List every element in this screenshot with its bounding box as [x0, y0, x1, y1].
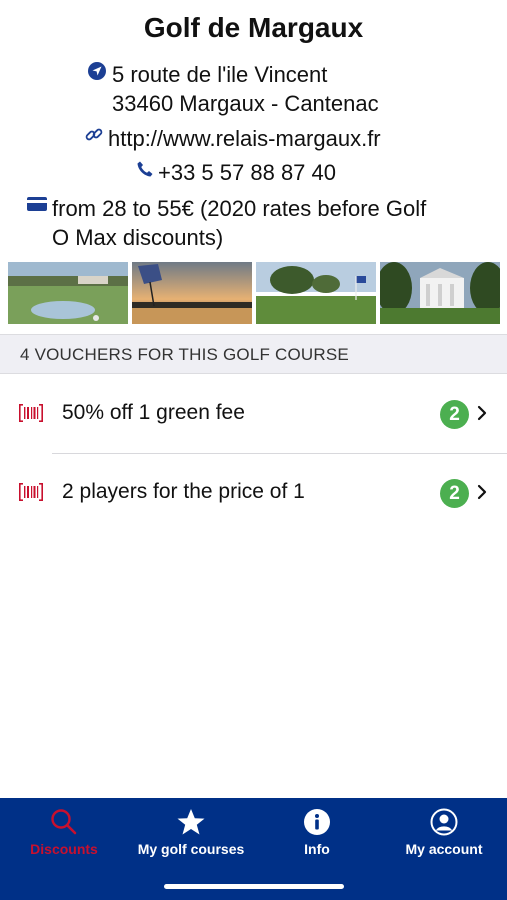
voucher-label: 50% off 1 green fee — [62, 401, 245, 424]
star-icon — [177, 809, 205, 835]
chevron-right-icon — [477, 405, 487, 421]
link-icon — [85, 128, 103, 141]
tab-discounts[interactable]: Discounts — [14, 798, 114, 868]
tab-label: My account — [405, 841, 483, 857]
chevron-right-icon — [477, 484, 487, 500]
tab-label: Info — [304, 841, 330, 857]
course-photo-1[interactable] — [8, 262, 128, 324]
rates-line-2: O Max discounts) — [52, 225, 224, 250]
tab-label: My golf courses — [137, 841, 245, 857]
account-icon — [430, 808, 458, 836]
voucher-count-badge: 2 — [440, 479, 469, 508]
home-indicator — [164, 884, 344, 889]
course-photo-2[interactable] — [132, 262, 252, 324]
credit-card-icon — [27, 197, 47, 211]
phone-icon — [137, 161, 153, 177]
search-icon — [51, 809, 77, 835]
voucher-row-1[interactable]: 50% off 1 green fee 2 — [0, 375, 507, 453]
location-arrow-icon — [88, 62, 106, 80]
tab-my-golf-courses[interactable]: My golf courses — [126, 798, 256, 868]
info-icon — [304, 809, 330, 835]
tab-label: Discounts — [30, 841, 98, 857]
course-photo-4[interactable] — [380, 262, 500, 324]
voucher-row-2[interactable]: 2 players for the price of 1 2 — [0, 454, 507, 532]
rates-line-1: from 28 to 55€ (2020 rates before Golf — [52, 196, 427, 221]
voucher-label: 2 players for the price of 1 — [62, 480, 305, 503]
course-photo-3[interactable] — [256, 262, 376, 324]
tab-my-account[interactable]: My account — [389, 798, 499, 868]
vouchers-section-header: 4 VOUCHERS FOR THIS GOLF COURSE — [0, 334, 507, 374]
address-line-1: 5 route de l'ile Vincent — [112, 62, 328, 87]
voucher-barcode-icon — [19, 483, 43, 501]
voucher-count-badge: 2 — [440, 400, 469, 429]
photo-gallery[interactable] — [8, 262, 500, 324]
vouchers-header-label: 4 VOUCHERS FOR THIS GOLF COURSE — [20, 345, 349, 364]
voucher-barcode-icon — [19, 404, 43, 422]
page-title: Golf de Margaux — [143, 12, 364, 43]
phone-number[interactable]: +33 5 57 88 87 40 — [158, 160, 336, 186]
tab-info[interactable]: Info — [287, 798, 347, 868]
address-line-2: 33460 Margaux - Cantenac — [112, 91, 379, 116]
website-link[interactable]: http://www.relais-margaux.fr — [108, 126, 381, 152]
